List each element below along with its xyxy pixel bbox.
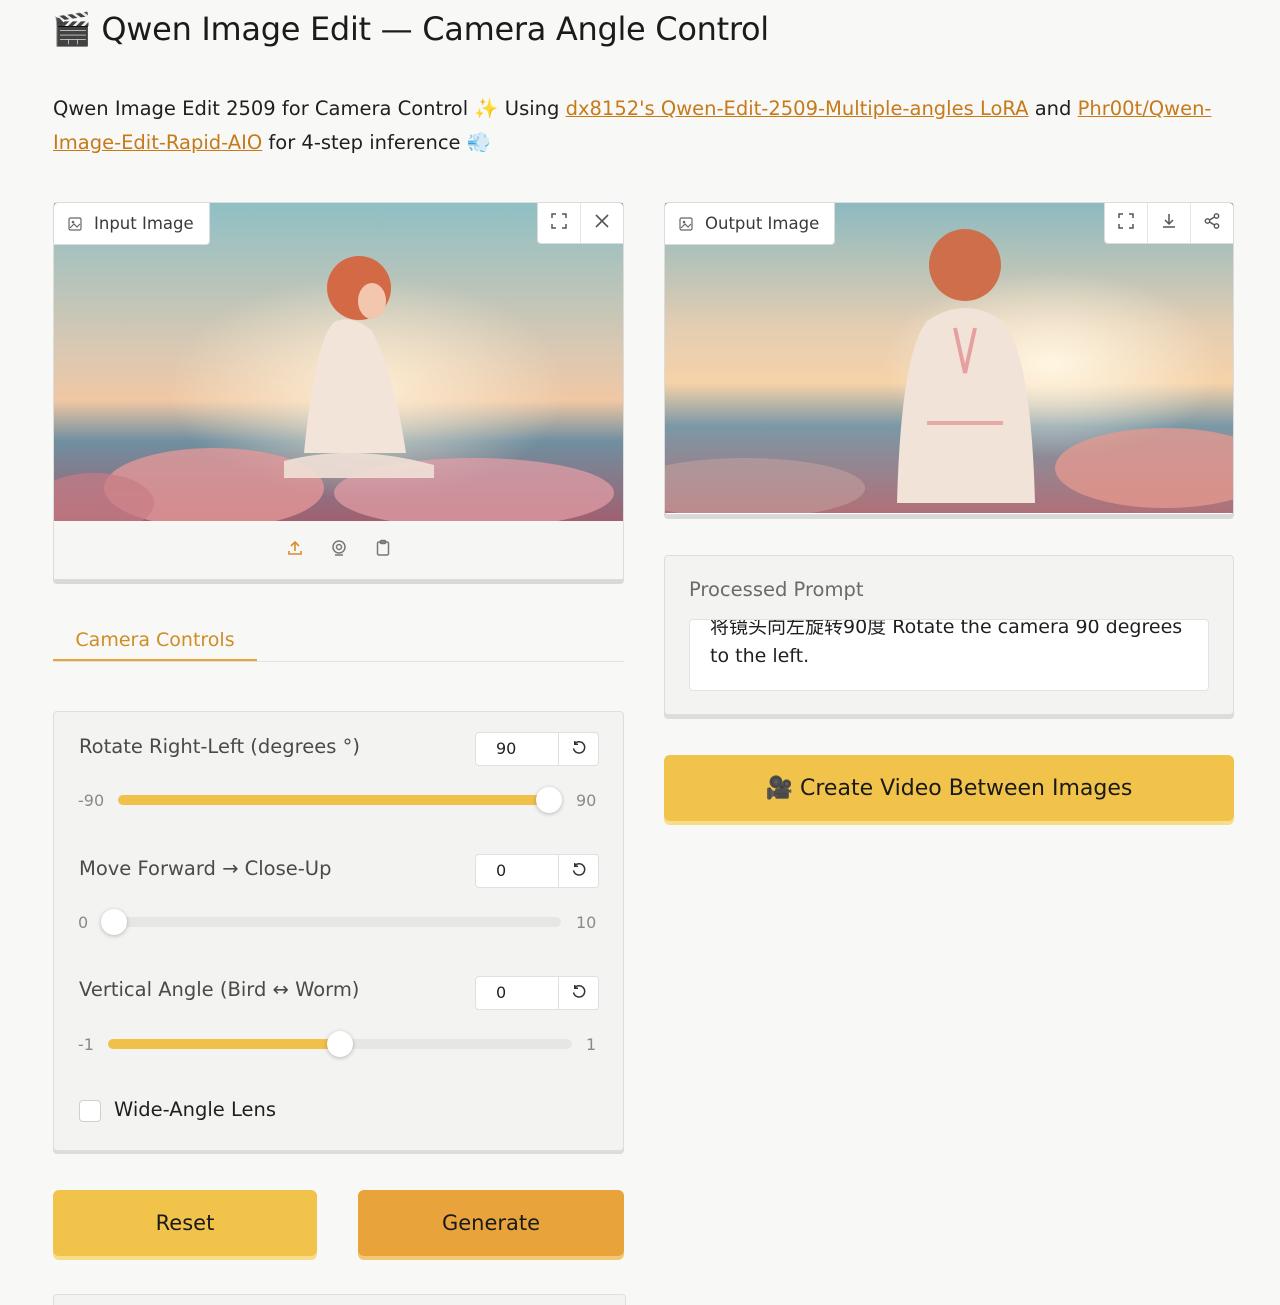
rotate-max-label: 90	[576, 791, 597, 810]
vertical-slider-fill	[108, 1039, 340, 1049]
description-text: Qwen Image Edit 2509 for Camera Control …	[53, 97, 566, 120]
vertical-reset-button[interactable]	[559, 976, 599, 1010]
rotate-slider[interactable]	[118, 787, 562, 813]
rotate-slider-label: Rotate Right-Left (degrees °)	[79, 735, 360, 758]
vertical-min-label: -1	[78, 1035, 94, 1054]
fullscreen-icon	[1117, 212, 1135, 234]
clipboard-icon[interactable]	[374, 539, 392, 561]
input-image-toolbar	[537, 203, 623, 244]
app-description: Qwen Image Edit 2509 for Camera Control …	[53, 92, 1233, 160]
upload-icon[interactable]	[286, 539, 304, 561]
rotate-slider-thumb[interactable]	[536, 787, 562, 813]
processed-prompt-panel: Processed Prompt 将镜头向左旋转90度 Rotate the c…	[664, 555, 1234, 715]
wide-angle-checkbox[interactable]	[79, 1100, 101, 1122]
generate-button[interactable]: Generate	[358, 1190, 624, 1256]
tab-camera-controls[interactable]: Camera Controls	[53, 624, 257, 662]
rotate-min-label: -90	[78, 791, 105, 810]
lora-link[interactable]: dx8152's Qwen-Edit-2509-Multiple-angles …	[566, 97, 1029, 120]
input-image-label: Input Image	[54, 203, 210, 245]
share-button[interactable]	[1190, 203, 1233, 243]
fullscreen-icon	[550, 212, 568, 234]
download-icon	[1160, 212, 1178, 234]
rotate-slider-fill	[118, 795, 549, 805]
webcam-icon[interactable]	[330, 539, 348, 561]
undo-icon	[571, 862, 586, 881]
close-icon	[593, 212, 611, 234]
input-image-preview[interactable]	[54, 203, 623, 521]
output-image-label: Output Image	[665, 203, 836, 245]
processed-prompt-label: Processed Prompt	[689, 578, 864, 601]
vertical-slider[interactable]	[108, 1031, 572, 1057]
forward-slider-label: Move Forward → Close-Up	[79, 857, 332, 880]
input-image-panel: Input Image	[53, 202, 624, 580]
forward-max-label: 10	[576, 913, 597, 932]
reset-button[interactable]: Reset	[53, 1190, 317, 1256]
tab-divider	[53, 661, 624, 662]
description-text: for 4-step inference 💨	[262, 131, 492, 154]
wide-angle-label: Wide-Angle Lens	[114, 1098, 276, 1121]
page-title: 🎬 Qwen Image Edit — Camera Angle Control	[52, 10, 769, 48]
fullscreen-button[interactable]	[538, 203, 580, 243]
output-image-panel: Output Image	[664, 202, 1234, 515]
forward-min-label: 0	[78, 913, 89, 932]
forward-reset-button[interactable]	[559, 854, 599, 888]
download-button[interactable]	[1147, 203, 1190, 243]
image-source-bar	[54, 521, 623, 579]
clear-image-button[interactable]	[580, 203, 623, 243]
processed-prompt-textbox[interactable]: 将镜头向左旋转90度 Rotate the camera 90 degrees …	[689, 619, 1209, 691]
vertical-number-input[interactable]: 0	[475, 976, 559, 1010]
camera-controls-panel: Rotate Right-Left (degrees °) 90 -90 90 …	[53, 711, 624, 1151]
vertical-max-label: 1	[586, 1035, 597, 1054]
forward-slider[interactable]	[101, 909, 561, 935]
forward-slider-thumb[interactable]	[101, 909, 127, 935]
share-icon	[1203, 212, 1221, 234]
undo-icon	[571, 740, 586, 759]
rotate-reset-button[interactable]	[559, 732, 599, 766]
rotate-number-input[interactable]: 90	[475, 732, 559, 766]
vertical-slider-label: Vertical Angle (Bird ↔ Worm)	[79, 978, 360, 1001]
output-image-preview	[665, 203, 1233, 513]
fullscreen-button[interactable]	[1105, 203, 1147, 243]
image-icon	[68, 216, 82, 231]
processed-prompt-text: 将镜头向左旋转90度 Rotate the camera 90 degrees …	[710, 619, 1183, 667]
output-image-label-text: Output Image	[705, 214, 820, 233]
vertical-slider-thumb[interactable]	[327, 1031, 353, 1057]
input-image-label-text: Input Image	[94, 214, 194, 233]
undo-icon	[571, 984, 586, 1003]
description-text: and	[1028, 97, 1078, 120]
output-image-toolbar	[1104, 203, 1233, 244]
create-video-button[interactable]: 🎥 Create Video Between Images	[664, 755, 1234, 821]
image-icon	[679, 216, 693, 231]
forward-number-input[interactable]: 0	[475, 854, 559, 888]
